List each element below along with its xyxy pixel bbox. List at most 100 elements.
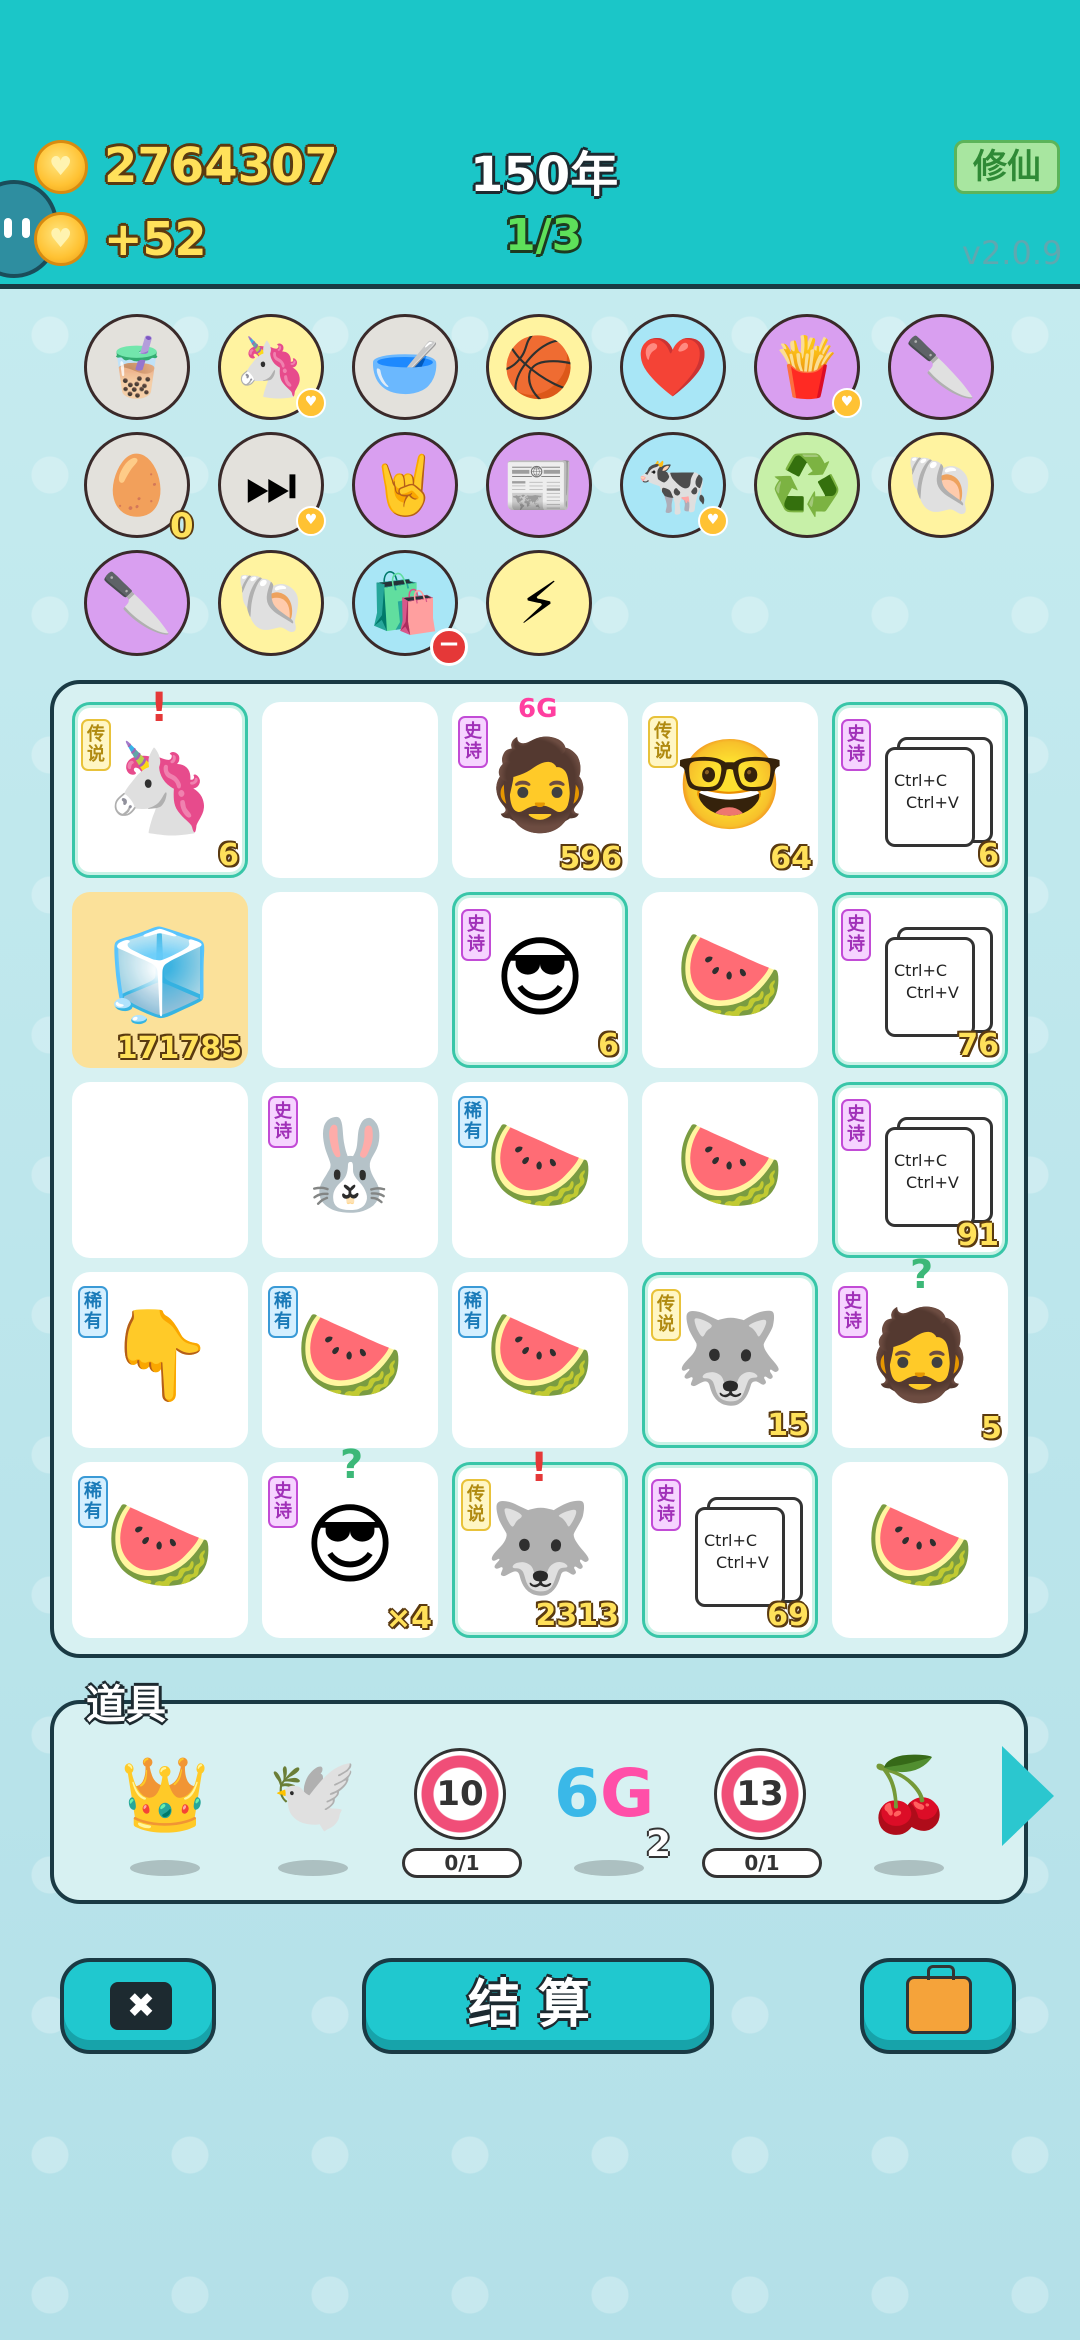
board-cell[interactable]: 史诗 Ctrl+C Ctrl+V 91 xyxy=(832,1082,1008,1258)
coin-icon: ♥ xyxy=(34,140,88,194)
prop-shadow xyxy=(574,1860,644,1876)
card-line-copy: Ctrl+C xyxy=(894,961,948,980)
empty-cell[interactable] xyxy=(72,1082,248,1258)
board-cell[interactable]: 史诗 🧔 5? xyxy=(832,1252,1008,1448)
sixg-letter: G xyxy=(599,1755,655,1832)
crown-prop[interactable]: 👑 xyxy=(110,1744,230,1876)
board-cell[interactable]: 史诗 Ctrl+C Ctrl+V 69 xyxy=(642,1462,818,1638)
board-cell[interactable]: 史诗 🧔 596 6G xyxy=(452,694,628,878)
board-cell[interactable]: 史诗 😎 6 xyxy=(452,892,628,1068)
board-cell[interactable]: 🍉 xyxy=(642,892,818,1068)
cleaver-icon[interactable]: 🔪 xyxy=(888,314,994,420)
income-rate: +52 xyxy=(104,212,207,266)
fridge-icon: 🧊 xyxy=(105,923,215,1026)
target-10-prop[interactable]: 10 0/1 xyxy=(402,1744,526,1878)
board-cell[interactable]: 传说 🤓 64 xyxy=(642,702,818,878)
pet-bowl-icon[interactable]: 🥣 xyxy=(352,314,458,420)
board-cell[interactable]: 史诗 🐰 xyxy=(262,1082,438,1258)
cell-count: 596 xyxy=(559,841,622,876)
cell-count: ×4 xyxy=(385,1601,432,1636)
heart-fan-icon[interactable]: ❤️ xyxy=(620,314,726,420)
husky-king-icon: 🐺 xyxy=(675,1306,785,1409)
board-cell[interactable]: 稀有 👇 xyxy=(72,1272,248,1448)
lychee-icon: 🍒 xyxy=(864,1752,954,1836)
card-line-paste: Ctrl+V xyxy=(906,983,959,1002)
alert-icon: ! xyxy=(150,685,169,731)
board-cell[interactable]: 稀有 🍉 xyxy=(452,1082,628,1258)
remove-icon[interactable]: − xyxy=(430,628,468,666)
rarity-tag: 史诗 xyxy=(651,1479,681,1531)
item-count: 0 xyxy=(170,506,194,546)
item-glyph: 🔪 xyxy=(904,333,978,401)
copy-paste-cards-icon: Ctrl+C Ctrl+V xyxy=(695,1507,785,1607)
card-line-paste: Ctrl+V xyxy=(906,1173,959,1192)
item-glyph: ♻️ xyxy=(770,451,844,519)
unicorn-icon: 🦄 xyxy=(105,736,215,839)
props-title: 道具 xyxy=(86,1682,166,1728)
badge-6g: 6G xyxy=(518,694,558,724)
empty-cell[interactable] xyxy=(262,892,438,1068)
cell-count: 91 xyxy=(957,1218,999,1253)
board-cell[interactable]: 传说 🐺 2313! xyxy=(452,1445,628,1638)
watermelon-icon: 🍉 xyxy=(485,1113,595,1216)
cell-count: 6 xyxy=(218,838,239,873)
copy-paste-cards-icon: Ctrl+C Ctrl+V xyxy=(885,747,975,847)
cultivate-button[interactable]: 修仙 xyxy=(954,140,1060,194)
board-cell[interactable]: 史诗 Ctrl+C Ctrl+V 6 xyxy=(832,702,1008,878)
watermelon-icon: 🍉 xyxy=(105,1493,215,1596)
sixg-icon: 6G xyxy=(554,1754,654,1834)
rarity-tag: 史诗 xyxy=(841,1099,871,1151)
crown-icon: 👑 xyxy=(120,1752,210,1836)
basketballs-icon[interactable]: 🏀 xyxy=(486,314,592,420)
settle-button[interactable]: 结算 xyxy=(362,1958,714,2054)
board-cell[interactable]: 🍉 xyxy=(642,1082,818,1258)
shell-icon[interactable]: 🐚 xyxy=(888,432,994,538)
cell-count: 171785 xyxy=(116,1031,242,1066)
cell-count: 5 xyxy=(981,1411,1002,1446)
lychee-prop[interactable]: 🍒 xyxy=(854,1744,974,1876)
item-glyph: 🏀 xyxy=(502,333,576,401)
target-13-icon: 13 xyxy=(714,1748,806,1840)
settle-label: 结算 xyxy=(467,1975,608,2035)
bag-button[interactable] xyxy=(860,1958,1016,2054)
heart-badge-icon: ♥ xyxy=(832,388,862,418)
rock-hand-icon[interactable]: 🤘 xyxy=(352,432,458,538)
board-cell[interactable]: 传说 🦄 6! xyxy=(72,685,248,878)
board-cell[interactable]: 稀有 🍉 xyxy=(72,1462,248,1638)
prop-shadow xyxy=(130,1860,200,1876)
board-cell[interactable]: 🍉 xyxy=(832,1462,1008,1638)
next-arrow-icon[interactable] xyxy=(1002,1746,1054,1846)
cleaver-icon[interactable]: 🔪 xyxy=(84,550,190,656)
cell-count: 69 xyxy=(767,1598,809,1633)
rabbit-tent-icon: 🐰 xyxy=(295,1113,405,1216)
board-cell[interactable]: 史诗 Ctrl+C Ctrl+V 76 xyxy=(832,892,1008,1068)
dove-prop[interactable]: 🕊️ xyxy=(258,1744,378,1876)
board-cell[interactable]: 稀有 🍉 xyxy=(262,1272,438,1448)
shell-icon[interactable]: 🐚 xyxy=(218,550,324,656)
sixg-prop[interactable]: 6G 2 xyxy=(554,1744,674,1876)
watermelon-icon: 🍉 xyxy=(485,1303,595,1406)
card-line-copy: Ctrl+C xyxy=(704,1531,758,1550)
copy-paste-cards-icon: Ctrl+C Ctrl+V xyxy=(885,1127,975,1227)
rarity-tag: 史诗 xyxy=(841,909,871,961)
bubble-tea-icon[interactable]: 🧋 xyxy=(84,314,190,420)
close-icon: ✖ xyxy=(110,1982,172,2030)
card-line-paste: Ctrl+V xyxy=(716,1553,769,1572)
item-glyph: 📰 xyxy=(502,451,576,519)
lightning-icon[interactable]: ⚡ xyxy=(486,550,592,656)
board-cell[interactable]: 传说 🐺 15 xyxy=(642,1272,818,1448)
cell-count: 64 xyxy=(770,841,812,876)
briefcase-icon xyxy=(906,1965,972,2034)
target-13-prop[interactable]: 13 0/1 xyxy=(702,1744,826,1878)
empty-cell[interactable] xyxy=(262,702,438,878)
time-magazine-icon[interactable]: 📰 xyxy=(486,432,592,538)
round-progress: 1/3 xyxy=(505,210,583,261)
copy-paste-cards-icon: Ctrl+C Ctrl+V xyxy=(885,937,975,1037)
board-cell[interactable]: 🧊 171785 xyxy=(72,892,248,1068)
exit-button[interactable]: ✖ xyxy=(60,1958,216,2054)
board-cell[interactable]: 史诗 😎 ×4? xyxy=(262,1442,438,1638)
recycle-icon[interactable]: ♻️ xyxy=(754,432,860,538)
question-icon: ? xyxy=(910,1252,934,1298)
income-coin-icon: ♥ xyxy=(34,212,88,266)
board-cell[interactable]: 稀有 🍉 xyxy=(452,1272,628,1448)
